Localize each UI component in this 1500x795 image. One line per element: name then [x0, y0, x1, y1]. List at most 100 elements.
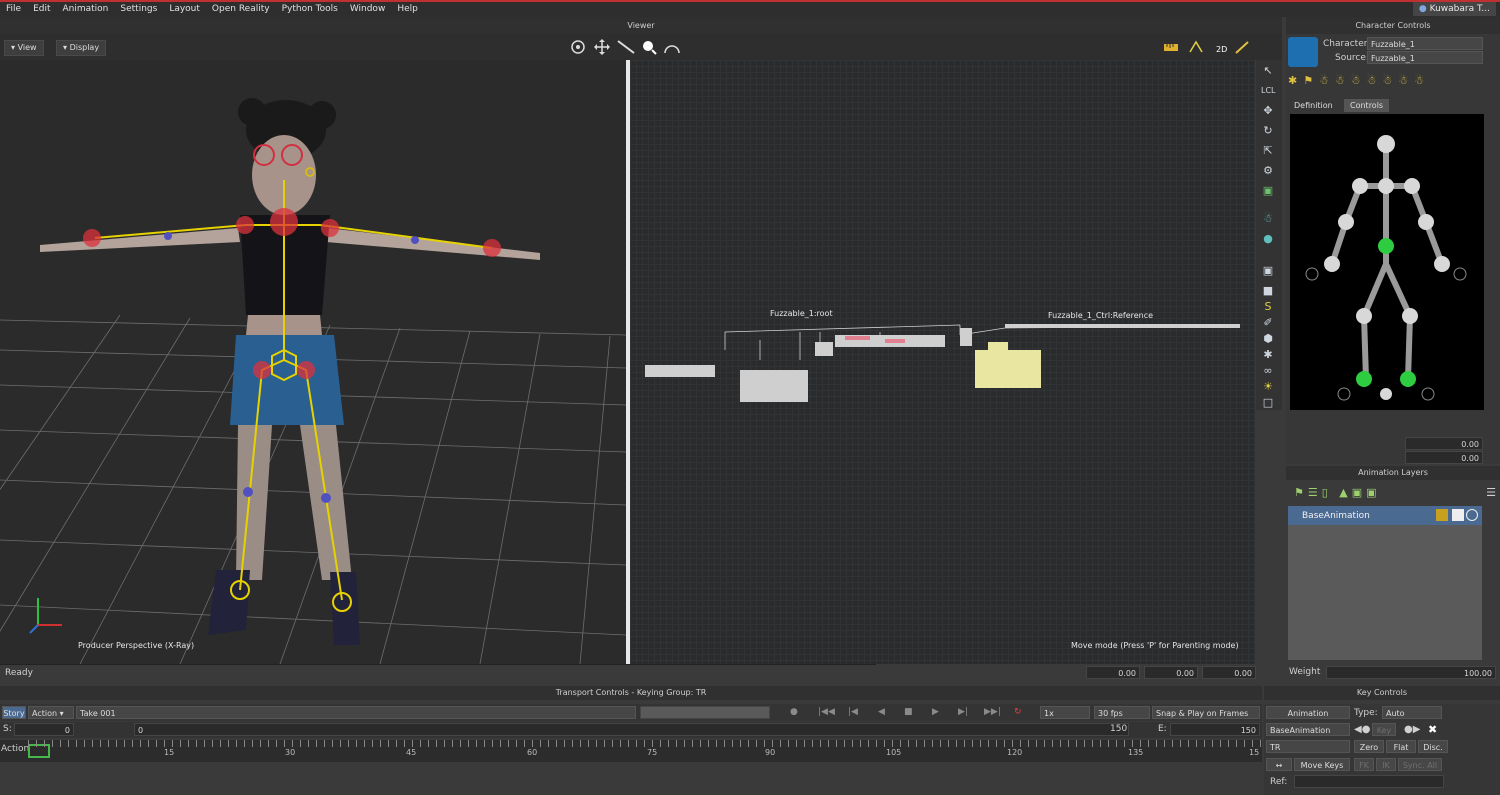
line-tool-icon[interactable]	[617, 40, 635, 54]
layer-row[interactable]: BaseAnimation	[1288, 506, 1482, 525]
current-frame-field[interactable]: 0	[134, 723, 1129, 736]
perspective-viewport[interactable]: Producer Perspective (X-Ray)	[0, 60, 626, 664]
layer-tools-icon[interactable]: ⚑☰▯ ▲▣▣	[1294, 486, 1381, 499]
story-button[interactable]: Story	[2, 706, 26, 719]
link-icon[interactable]: ∞	[1261, 364, 1275, 378]
record-icon[interactable]: ●	[790, 706, 798, 719]
flat-button[interactable]: Flat	[1386, 740, 1416, 753]
schematic-viewport[interactable]: Fuzzable_1:root Fuzzable_1_Ctrl:Referenc…	[630, 60, 1255, 664]
take-dropdown[interactable]: Take 001	[76, 706, 636, 719]
status-field-3[interactable]: 0.00	[1202, 666, 1256, 679]
fps-dropdown[interactable]: 30 fps	[1094, 706, 1150, 719]
ruler-icon[interactable]	[1164, 44, 1178, 51]
lock-icon[interactable]	[1436, 509, 1448, 521]
camera-icon[interactable]: ▣	[1261, 184, 1275, 198]
transform-icon[interactable]: ⚙	[1261, 164, 1275, 178]
timeline-ruler[interactable]: Action 15 30 45 60 75 90 105 120 135 15	[0, 740, 1262, 762]
group-dropdown[interactable]: TR	[1266, 740, 1350, 753]
mute-icon[interactable]	[1466, 509, 1478, 521]
frame-icon[interactable]: □	[1261, 396, 1275, 410]
rotate-tool-icon[interactable]	[664, 45, 680, 54]
loop-icon[interactable]: ↻	[1014, 706, 1022, 719]
light-icon[interactable]: ☀	[1261, 380, 1275, 394]
zoom-tool-icon[interactable]	[643, 41, 657, 55]
stop-icon[interactable]: ■	[904, 706, 913, 719]
prev-key-icon[interactable]: |◀	[848, 706, 858, 719]
scale-icon[interactable]: ⇱	[1261, 144, 1275, 158]
animation-mode-button[interactable]: Animation	[1266, 706, 1350, 719]
move-tool-icon[interactable]	[594, 39, 610, 55]
action-dropdown[interactable]: Action ▾	[28, 706, 74, 719]
go-end-icon[interactable]: ▶▶|	[984, 706, 1001, 719]
ref-field[interactable]	[1294, 775, 1444, 788]
paint-icon[interactable]: ✐	[1261, 316, 1275, 330]
key-button[interactable]: Key	[1372, 723, 1396, 736]
control-tools-row[interactable]: ✱⚑☃☃☃☃☃☃☃	[1288, 74, 1488, 92]
menu-layout[interactable]: Layout	[163, 2, 206, 17]
hexagon-icon[interactable]: ⬢	[1261, 332, 1275, 346]
translate-icon[interactable]: ✥	[1261, 104, 1275, 118]
view-menu-button[interactable]: ▾ View	[4, 40, 44, 56]
type-value: Auto	[1386, 709, 1405, 718]
speed-dropdown[interactable]: 1x	[1040, 706, 1090, 719]
next-key-icon[interactable]: ▶|	[958, 706, 968, 719]
character-icon[interactable]: ☃	[1261, 212, 1275, 226]
layer-menu-icon[interactable]: ☰	[1486, 486, 1496, 499]
menu-settings[interactable]: Settings	[114, 2, 163, 17]
ik-button[interactable]: IK	[1376, 758, 1396, 771]
type-dropdown[interactable]: Auto	[1382, 706, 1442, 719]
control-value-field-2[interactable]: 0.00	[1405, 451, 1483, 464]
menu-file[interactable]: File	[0, 2, 27, 17]
orbit-tool-icon[interactable]	[571, 40, 585, 54]
menu-python-tools[interactable]: Python Tools	[276, 2, 344, 17]
user-account-button[interactable]: ● Kuwabara T...	[1412, 2, 1496, 16]
prev-key-button[interactable]: ◀●	[1354, 724, 1370, 735]
keys-toggle-icon[interactable]: ↔	[1266, 758, 1292, 771]
status-field-2[interactable]: 0.00	[1144, 666, 1198, 679]
menu-edit[interactable]: Edit	[27, 2, 56, 17]
curve-icon[interactable]	[1189, 40, 1203, 53]
sync-all-button[interactable]: Sync. All	[1398, 758, 1442, 771]
menu-help[interactable]: Help	[391, 2, 424, 17]
brush-icon[interactable]	[1235, 41, 1249, 54]
tab-definition[interactable]: Definition	[1288, 99, 1339, 112]
local-icon[interactable]: LCL	[1261, 84, 1276, 98]
character-value: Fuzzable_1	[1371, 40, 1415, 49]
play-back-icon[interactable]: ◀	[878, 706, 885, 719]
fk-button[interactable]: FK	[1354, 758, 1374, 771]
solo-icon[interactable]	[1452, 509, 1464, 521]
asterisk-icon[interactable]: ✱	[1261, 348, 1275, 362]
character-dropdown[interactable]: Fuzzable_1	[1367, 37, 1483, 50]
next-key-button[interactable]: ●▶	[1404, 724, 1420, 735]
box-icon[interactable]: ■	[1261, 284, 1275, 298]
globe-icon[interactable]: ●	[1261, 232, 1275, 246]
display-menu-button[interactable]: ▾ Display	[56, 40, 107, 56]
status-field-1[interactable]: 0.00	[1086, 666, 1140, 679]
right-arm	[326, 228, 540, 260]
menu-animation[interactable]: Animation	[57, 2, 115, 17]
curve-path-icon[interactable]: S	[1261, 300, 1275, 314]
layer-dropdown[interactable]: BaseAnimation	[1266, 723, 1350, 736]
play-icon[interactable]: ▶	[932, 706, 939, 719]
menu-window[interactable]: Window	[344, 2, 392, 17]
menu-open-reality[interactable]: Open Reality	[206, 2, 276, 17]
snap-dropdown[interactable]: Snap & Play on Frames	[1152, 706, 1260, 719]
weight-field[interactable]: 100.00	[1326, 666, 1496, 679]
character-controls-figure[interactable]	[1290, 114, 1484, 410]
character-logo-icon[interactable]	[1288, 37, 1318, 67]
disc-button[interactable]: Disc.	[1418, 740, 1448, 753]
go-start-icon[interactable]: |◀◀	[818, 706, 835, 719]
source-dropdown[interactable]: Fuzzable_1	[1367, 51, 1483, 64]
end-frame-field[interactable]: 150	[1170, 723, 1260, 736]
delete-key-icon[interactable]: ✖	[1428, 723, 1437, 736]
select-icon[interactable]: ↖	[1261, 64, 1275, 78]
control-value-field-1[interactable]: 0.00	[1405, 437, 1483, 450]
rotate-icon[interactable]: ↻	[1261, 124, 1275, 138]
zero-button[interactable]: Zero	[1354, 740, 1384, 753]
loop-range-slider[interactable]	[640, 706, 770, 719]
tab-controls[interactable]: Controls	[1344, 99, 1390, 112]
view-2d-icon[interactable]: 2D	[1216, 45, 1227, 54]
start-frame-field[interactable]: 0	[14, 723, 74, 736]
move-keys-button[interactable]: Move Keys	[1294, 758, 1350, 771]
cube-icon[interactable]: ▣	[1261, 264, 1275, 278]
